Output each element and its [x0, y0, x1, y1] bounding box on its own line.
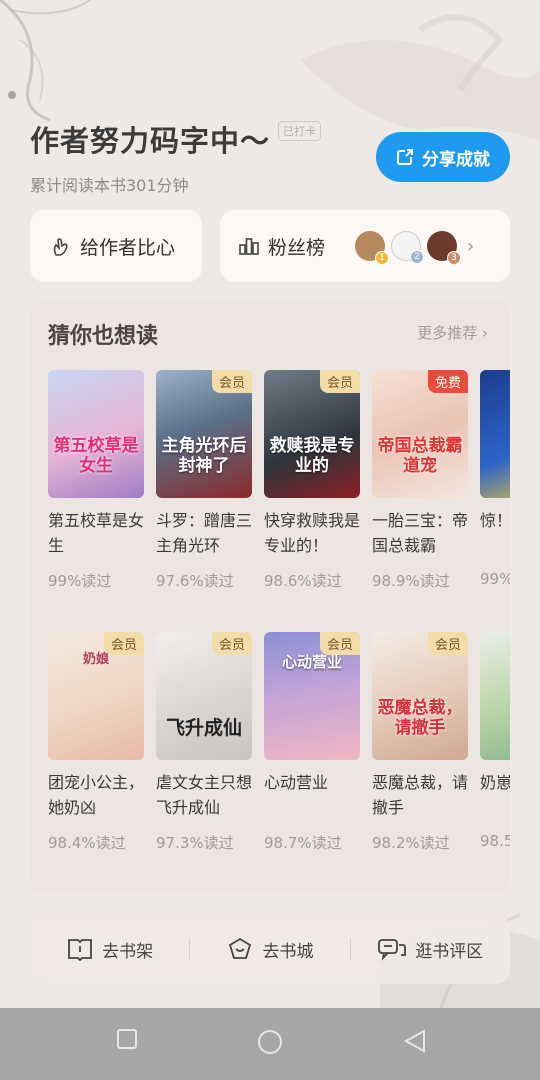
book-title: 斗罗：蹭唐三主角光环: [156, 511, 252, 555]
rank-badge: 3: [447, 251, 462, 265]
book-cover: 会员 主角光环后封神了: [156, 370, 252, 498]
book-title: 虐文女主只想飞升成仙: [156, 773, 252, 817]
book-cover: 会员 奶娘: [48, 632, 144, 760]
read-percent: 98.5: [480, 832, 510, 850]
checkin-stamp: 已打卡: [278, 121, 322, 141]
give-heart-card[interactable]: 给作者比心: [30, 210, 202, 282]
book-row: 第五校草是女生 第五校草是女生 99%读过 会员 主角光环后封神了 斗罗：蹭唐三…: [48, 370, 510, 591]
book-item[interactable]: 免费 帝国总裁霸道宠 一胎三宝：帝国总裁霸 98.9%读过: [372, 370, 468, 591]
book-title: 恶魔总裁，请撤手: [372, 773, 468, 817]
book-item[interactable]: 会员 飞升成仙 虐文女主只想飞升成仙 97.3%读过: [156, 632, 252, 853]
book-title: 一胎三宝：帝国总裁霸: [372, 511, 468, 555]
book-item[interactable]: 地开 惊！在星 99%: [480, 370, 510, 591]
read-percent: 98.4%读过: [48, 834, 126, 852]
more-recommend-link[interactable]: 更多推荐 ›: [417, 322, 488, 343]
back-icon[interactable]: [402, 1028, 428, 1054]
avatar: 1: [355, 231, 390, 265]
finger-heart-icon: [53, 238, 68, 256]
cover-title: 地开: [484, 456, 510, 476]
read-percent: 99%: [480, 570, 510, 588]
book-cover: 会员 飞升成仙: [156, 632, 252, 760]
recent-apps-icon[interactable]: [116, 1028, 138, 1050]
rank-badge: 1: [375, 251, 390, 265]
recommend-panel: 猜你也想读 更多推荐 › 第五校草是女生 第五校草是女生 99%读过 会员 主角…: [30, 300, 510, 894]
read-percent: 98.9%读过: [372, 572, 450, 590]
free-tag: 免费: [427, 370, 468, 393]
book-item[interactable]: 会员 心动营业 心动营业 98.7%读过: [264, 632, 360, 853]
give-heart-label: 给作者比心: [80, 236, 176, 259]
book-cover: 会员 心动营业: [264, 632, 360, 760]
book-title: 快穿救赎我是专业的！: [264, 511, 360, 555]
book-title: 第五校草是女生: [48, 511, 144, 555]
book-item[interactable]: 奶崽成长 98.5: [480, 632, 510, 853]
read-percent: 97.3%读过: [156, 834, 234, 852]
book-cover: 会员 救赎我是专业的: [264, 370, 360, 498]
fans-ranking-card[interactable]: 粉丝榜 1 2 3 ›: [220, 210, 510, 282]
share-label: 分享成就: [422, 149, 490, 170]
bottom-actions: 去书架 去书城 逛书评区: [30, 914, 510, 984]
go-bookshelf-button[interactable]: 去书架: [30, 937, 189, 962]
go-bookstore-label: 去书城: [262, 941, 314, 962]
read-percent: 98.6%读过: [264, 572, 342, 590]
book-title: 奶崽成长: [480, 773, 510, 792]
comment-icon: [378, 939, 407, 961]
share-achievement-button[interactable]: 分享成就: [376, 132, 510, 182]
cover-title: 第五校草是女生: [53, 436, 139, 476]
book-review-label: 逛书评区: [415, 941, 484, 962]
book-cover: 地开: [480, 370, 510, 498]
bookshelf-icon: [68, 939, 93, 961]
cover-title: 主角光环后封神了: [161, 436, 247, 476]
home-icon[interactable]: [256, 1028, 284, 1056]
vip-tag: 会员: [211, 370, 252, 393]
chevron-right-icon: ›: [467, 235, 475, 257]
vip-tag: 会员: [319, 370, 360, 393]
book-item[interactable]: 会员 奶娘 团宠小公主，她奶凶 98.4%读过: [48, 632, 144, 853]
read-percent: 99%读过: [48, 572, 112, 590]
cover-title: 帝国总裁霸道宠: [377, 436, 463, 476]
cover-title: 奶娘: [82, 652, 109, 667]
avatar: 2: [391, 231, 425, 264]
book-title: 惊！在星: [480, 511, 510, 530]
book-cover: [480, 632, 510, 760]
reading-time-text: 累计阅读本书301分钟: [30, 176, 189, 195]
cover-title: 救赎我是专业的: [269, 436, 355, 476]
book-item[interactable]: 会员 恶魔总裁，请撤手 恶魔总裁，请撤手 98.2%读过: [372, 632, 468, 853]
book-title: 心动营业: [264, 773, 329, 792]
cover-title: 心动营业: [281, 653, 342, 671]
read-percent: 98.7%读过: [264, 834, 342, 852]
cover-title: 恶魔总裁，请撤手: [377, 698, 463, 738]
book-cover: 免费 帝国总裁霸道宠: [372, 370, 468, 498]
book-title: 团宠小公主，她奶凶: [48, 773, 144, 817]
book-cover: 会员 恶魔总裁，请撤手: [372, 632, 468, 760]
ranking-icon: [239, 238, 259, 255]
chevron-right-icon: ›: [482, 324, 488, 342]
book-item[interactable]: 会员 主角光环后封神了 斗罗：蹭唐三主角光环 97.6%读过: [156, 370, 252, 591]
book-review-button[interactable]: 逛书评区: [351, 937, 510, 962]
book-item[interactable]: 会员 救赎我是专业的 快穿救赎我是专业的！ 98.6%读过: [264, 370, 360, 591]
more-recommend-label: 更多推荐: [417, 324, 478, 342]
vip-tag: 会员: [427, 632, 468, 655]
book-item[interactable]: 第五校草是女生 第五校草是女生 99%读过: [48, 370, 144, 591]
avatar: 3: [427, 231, 462, 265]
fans-ranking-label: 粉丝榜: [268, 236, 326, 259]
go-bookstore-button[interactable]: 去书城: [190, 937, 349, 962]
rank-badge: 2: [410, 250, 425, 264]
share-icon: [397, 149, 413, 165]
go-bookshelf-label: 去书架: [102, 941, 154, 962]
book-row: 会员 奶娘 团宠小公主，她奶凶 98.4%读过 会员 飞升成仙 虐文女主只想飞升…: [48, 632, 510, 853]
recommend-title: 猜你也想读: [48, 324, 159, 349]
cover-title: 飞升成仙: [165, 717, 242, 739]
fans-avatars: 1 2 3: [355, 231, 463, 265]
page-title: 作者努力码字中〜: [30, 124, 271, 158]
read-percent: 97.6%读过: [156, 572, 234, 590]
bookstore-icon: [229, 937, 252, 959]
read-percent: 98.2%读过: [372, 834, 450, 852]
system-navigation-bar: [0, 1008, 540, 1080]
vip-tag: 会员: [211, 632, 252, 655]
book-cover: 第五校草是女生: [48, 370, 144, 498]
